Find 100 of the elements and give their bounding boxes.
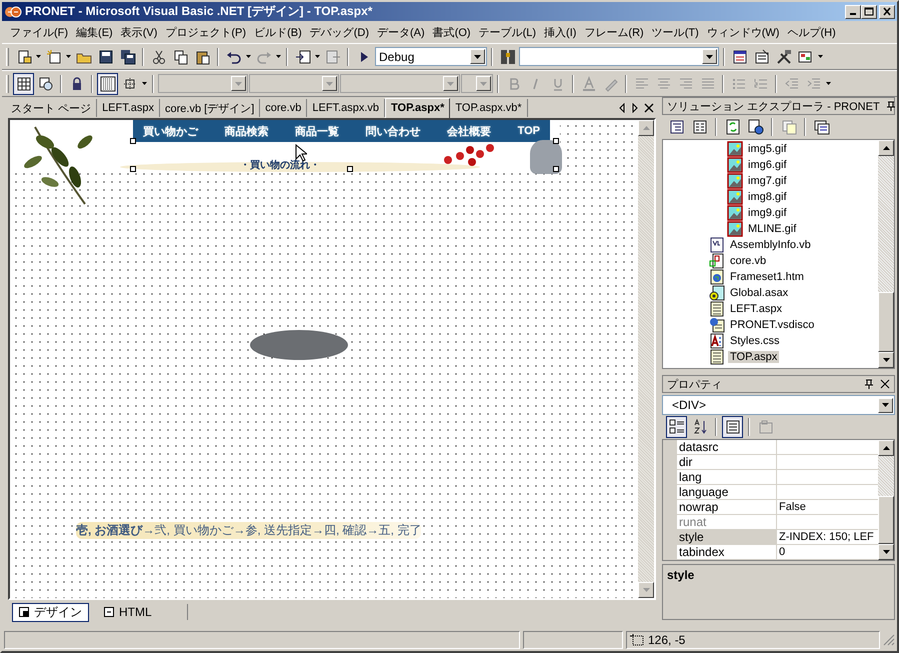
property-name[interactable]: nowrap [677, 500, 777, 514]
nav-link[interactable]: TOP [518, 125, 540, 137]
dropdown-arrow-icon[interactable] [706, 54, 713, 58]
resize-handle[interactable] [130, 138, 136, 144]
document-tab[interactable]: スタート ページ [6, 99, 98, 117]
menu-item[interactable]: ウィンドウ(W) [702, 24, 784, 40]
property-name[interactable]: datasrc [677, 440, 777, 454]
align-right-icon [678, 76, 694, 92]
menu-item[interactable]: ヘルプ(H) [783, 24, 840, 40]
resize-grip-icon[interactable] [883, 634, 895, 646]
nav-link[interactable]: 商品検索 [224, 124, 269, 138]
tree-item[interactable]: img6.gif [746, 159, 789, 171]
close-icon[interactable] [644, 103, 654, 113]
grid-button[interactable] [97, 72, 118, 94]
property-name[interactable]: tabindex [677, 545, 777, 559]
tree-item[interactable]: core.vb [728, 255, 768, 267]
resize-handle[interactable] [553, 166, 559, 172]
tree-item[interactable]: img9.gif [746, 207, 789, 219]
property-list-button[interactable] [722, 416, 743, 438]
menu-item[interactable]: テーブル(L) [474, 24, 540, 40]
scroll-down-icon[interactable] [882, 358, 890, 362]
scroll-right-icon[interactable] [631, 103, 639, 113]
save-icon [98, 48, 114, 64]
document-tab[interactable]: TOP.aspx* [385, 98, 450, 118]
menu-item[interactable]: ツール(T) [648, 24, 703, 40]
document-tab[interactable]: LEFT.aspx [97, 99, 160, 117]
caret-icon[interactable] [314, 54, 321, 59]
menu-item[interactable]: フレーム(R) [580, 24, 648, 40]
close-button[interactable] [879, 4, 895, 18]
menu-item[interactable]: 表示(V) [116, 24, 162, 40]
menu-item[interactable]: 編集(E) [72, 24, 117, 40]
configuration-dropdown[interactable]: Debug [375, 47, 487, 66]
property-pages-icon [758, 419, 774, 435]
categorized-button[interactable] [666, 416, 687, 438]
dropdown-arrow-icon[interactable] [474, 54, 481, 58]
tree-item[interactable]: Frameset1.htm [728, 271, 806, 283]
menu-item[interactable]: データ(A) [373, 24, 429, 40]
tree-item[interactable]: AssemblyInfo.vb [728, 239, 813, 251]
property-value[interactable]: False [777, 500, 878, 514]
format-dropdown[interactable] [461, 74, 493, 93]
panel-title: プロパティ [667, 378, 723, 392]
caret-icon[interactable] [65, 54, 72, 59]
tree-item[interactable]: LEFT.aspx [728, 303, 784, 315]
tree-item[interactable]: Global.asax [728, 287, 790, 299]
caret-icon[interactable] [245, 54, 252, 59]
pin-icon[interactable] [886, 101, 896, 111]
minimize-button[interactable] [845, 4, 861, 18]
vertical-scrollbar[interactable] [878, 440, 894, 560]
tree-item[interactable]: TOP.aspx [728, 351, 780, 363]
design-canvas[interactable]: 買い物かご 商品検索 商品一覧 問い合わせ 会社概要 TOP ・買い物の流れ・ 壱, お酒選び→弐, 買い物かご→参, 送先指定→四, 確認→五, 完了 [10, 120, 638, 598]
tree-item[interactable]: img8.gif [746, 191, 789, 203]
tree-item[interactable]: PRONET.vsdisco [728, 319, 816, 331]
outdent-icon [784, 76, 800, 92]
document-tab[interactable]: core.vb [デザイン] [160, 99, 260, 117]
vertical-scrollbar[interactable] [878, 140, 894, 368]
close-icon[interactable] [880, 379, 890, 389]
resize-handle[interactable] [130, 166, 136, 172]
property-value[interactable]: 0 [777, 545, 878, 559]
caret-icon[interactable] [275, 54, 282, 59]
caret-icon[interactable] [35, 54, 42, 59]
nav-link[interactable]: 会社概要 [447, 124, 492, 138]
menu-item[interactable]: プロジェクト(P) [161, 24, 250, 40]
resize-handle[interactable] [347, 166, 353, 172]
scroll-up-icon[interactable] [882, 146, 890, 150]
menu-item[interactable]: 書式(O) [428, 24, 475, 40]
property-name[interactable]: dir [677, 455, 777, 469]
property-value[interactable]: Z-INDEX: 150; LEF [777, 530, 878, 544]
property-name[interactable]: lang [677, 470, 777, 484]
menu-item[interactable]: デバッグ(D) [306, 24, 374, 40]
resize-handle[interactable] [553, 138, 559, 144]
property-name[interactable]: style [677, 530, 777, 544]
view-tab[interactable]: デザイン [12, 602, 89, 622]
caret-icon[interactable] [141, 81, 148, 86]
table-button[interactable] [13, 72, 34, 94]
maximize-button[interactable] [861, 4, 877, 18]
view-tab[interactable]: HTML [97, 602, 159, 622]
property-name[interactable]: language [677, 485, 777, 499]
scroll-up-icon[interactable] [882, 446, 890, 450]
document-tab[interactable]: TOP.aspx.vb* [450, 99, 528, 117]
image-file-icon [727, 141, 743, 157]
tree-item[interactable]: img5.gif [746, 143, 789, 155]
nav-link[interactable]: 商品一覧 [295, 124, 340, 138]
scroll-left-icon[interactable] [618, 103, 626, 113]
pin-icon[interactable] [864, 379, 874, 389]
tree-item[interactable]: img7.gif [746, 175, 789, 187]
tree-item[interactable]: MLINE.gif [746, 223, 798, 235]
dropdown-arrow-icon[interactable] [882, 403, 889, 407]
tree-item[interactable]: Styles.css [728, 335, 782, 347]
document-tab[interactable]: core.vb [260, 99, 308, 117]
caret-icon[interactable] [817, 54, 824, 59]
menu-item[interactable]: ファイル(F) [6, 24, 72, 40]
scroll-down-icon[interactable] [882, 550, 890, 554]
stylesheet-icon [709, 333, 725, 349]
menu-item[interactable]: ビルド(B) [250, 24, 306, 40]
caret-icon[interactable] [825, 81, 832, 86]
object-dropdown[interactable]: <DIV> [662, 395, 895, 415]
form-page-icon [709, 349, 725, 365]
nav-link[interactable]: 問い合わせ [366, 124, 421, 138]
nav-link[interactable]: 買い物かご [143, 124, 198, 138]
menu-item[interactable]: 挿入(I) [540, 24, 580, 40]
